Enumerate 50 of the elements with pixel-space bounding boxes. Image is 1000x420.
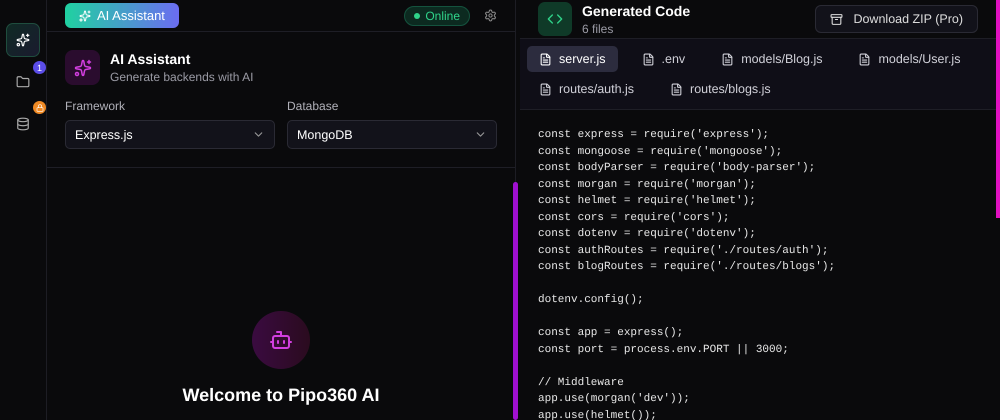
file-tab[interactable]: models/User.js xyxy=(846,46,972,72)
file-tab[interactable]: routes/auth.js xyxy=(527,76,646,102)
count-badge: 1 xyxy=(33,61,46,74)
folder-icon xyxy=(16,75,30,89)
sparkles-icon xyxy=(16,33,30,47)
code-line: app.use(helmet()); xyxy=(538,408,658,420)
panel-title: AI Assistant xyxy=(110,51,192,67)
code-line: const morgan = require('morgan'); xyxy=(538,178,757,192)
code-line: dotenv.config(); xyxy=(538,293,645,308)
select-field[interactable]: MongoDB xyxy=(287,120,497,149)
code-line: const port = process.env.PORT || 3000; xyxy=(538,342,790,358)
file-icon xyxy=(670,82,684,96)
code-line: const express = require('express'); xyxy=(538,128,770,143)
scrollbar[interactable] xyxy=(996,0,1000,218)
file-icon xyxy=(539,82,552,96)
file-icon xyxy=(539,52,552,66)
code-line: const mongoose = require('mongoose'); xyxy=(538,144,784,160)
panel-subtitle: Generate backends with AI xyxy=(110,70,254,84)
file-tab[interactable]: models/Blog.js xyxy=(709,46,834,72)
database-icon xyxy=(16,117,30,131)
code-line: const bodyParser = require('body-parser'); xyxy=(538,161,816,176)
panel-title: Generated Code xyxy=(582,2,690,18)
file-icon xyxy=(721,52,734,66)
code-line: const app = express(); xyxy=(538,326,684,341)
file-tab[interactable]: routes/blogs.js xyxy=(658,76,783,102)
settings-icon[interactable] xyxy=(484,9,497,22)
field-label: Framework xyxy=(65,99,126,113)
code-line: const dotenv = require('dotenv'); xyxy=(538,227,757,242)
download-button[interactable]: Download ZIP (Pro) xyxy=(815,5,978,33)
archive-icon xyxy=(830,12,844,26)
code-line: const cors = require('cors'); xyxy=(538,210,730,226)
file-icon xyxy=(858,52,872,66)
field-label: Database xyxy=(287,99,340,113)
status-badge: Online xyxy=(404,6,470,26)
file-count: 6 files xyxy=(582,22,614,36)
file-icon xyxy=(642,52,655,66)
code-icon xyxy=(538,2,572,36)
welcome-heading: Welcome to Pipo360 AI xyxy=(182,385,380,406)
sparkles-icon xyxy=(65,50,100,85)
file-tab[interactable]: .env xyxy=(630,46,698,72)
code-line: const blogRoutes = require('./routes/blogs'); xyxy=(538,260,836,275)
sidebar-button[interactable] xyxy=(6,23,40,57)
code-line: // Middleware xyxy=(538,376,625,390)
file-tab[interactable]: server.js xyxy=(527,46,618,72)
code-line: app.use(morgan('dev')); xyxy=(538,392,691,407)
sparkles-icon xyxy=(79,10,91,22)
scrollbar[interactable] xyxy=(513,182,518,420)
code-line: const helmet = require('helmet'); xyxy=(538,194,757,209)
code-line: const authRoutes = require('./routes/auth'); xyxy=(538,244,830,258)
select-field[interactable]: Express.js xyxy=(65,120,275,149)
